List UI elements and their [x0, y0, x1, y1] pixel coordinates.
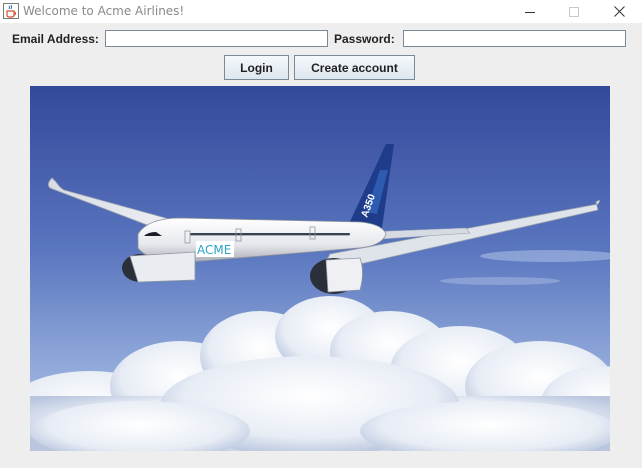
maximize-button[interactable] [551, 0, 597, 23]
window-title: Welcome to Acme Airlines! [23, 4, 185, 18]
login-button[interactable]: Login [224, 55, 289, 80]
app-window: Welcome to Acme Airlines! Email Address:… [0, 0, 642, 468]
java-cup-icon [3, 3, 19, 19]
password-label: Password: [334, 32, 395, 46]
password-field[interactable] [403, 30, 626, 47]
livery-lettering: ACME [197, 243, 231, 257]
maximize-icon [569, 2, 579, 21]
email-field[interactable] [105, 30, 328, 47]
minimize-icon [525, 2, 535, 21]
airplane-hero-image: A350 ACME [30, 86, 610, 451]
create-account-button[interactable]: Create account [294, 55, 415, 80]
close-icon [613, 2, 625, 21]
title-bar: Welcome to Acme Airlines! [0, 0, 642, 23]
close-button[interactable] [596, 0, 642, 23]
email-label: Email Address: [12, 32, 99, 46]
minimize-button[interactable] [507, 0, 553, 23]
airplane-illustration: A350 ACME [30, 86, 610, 451]
